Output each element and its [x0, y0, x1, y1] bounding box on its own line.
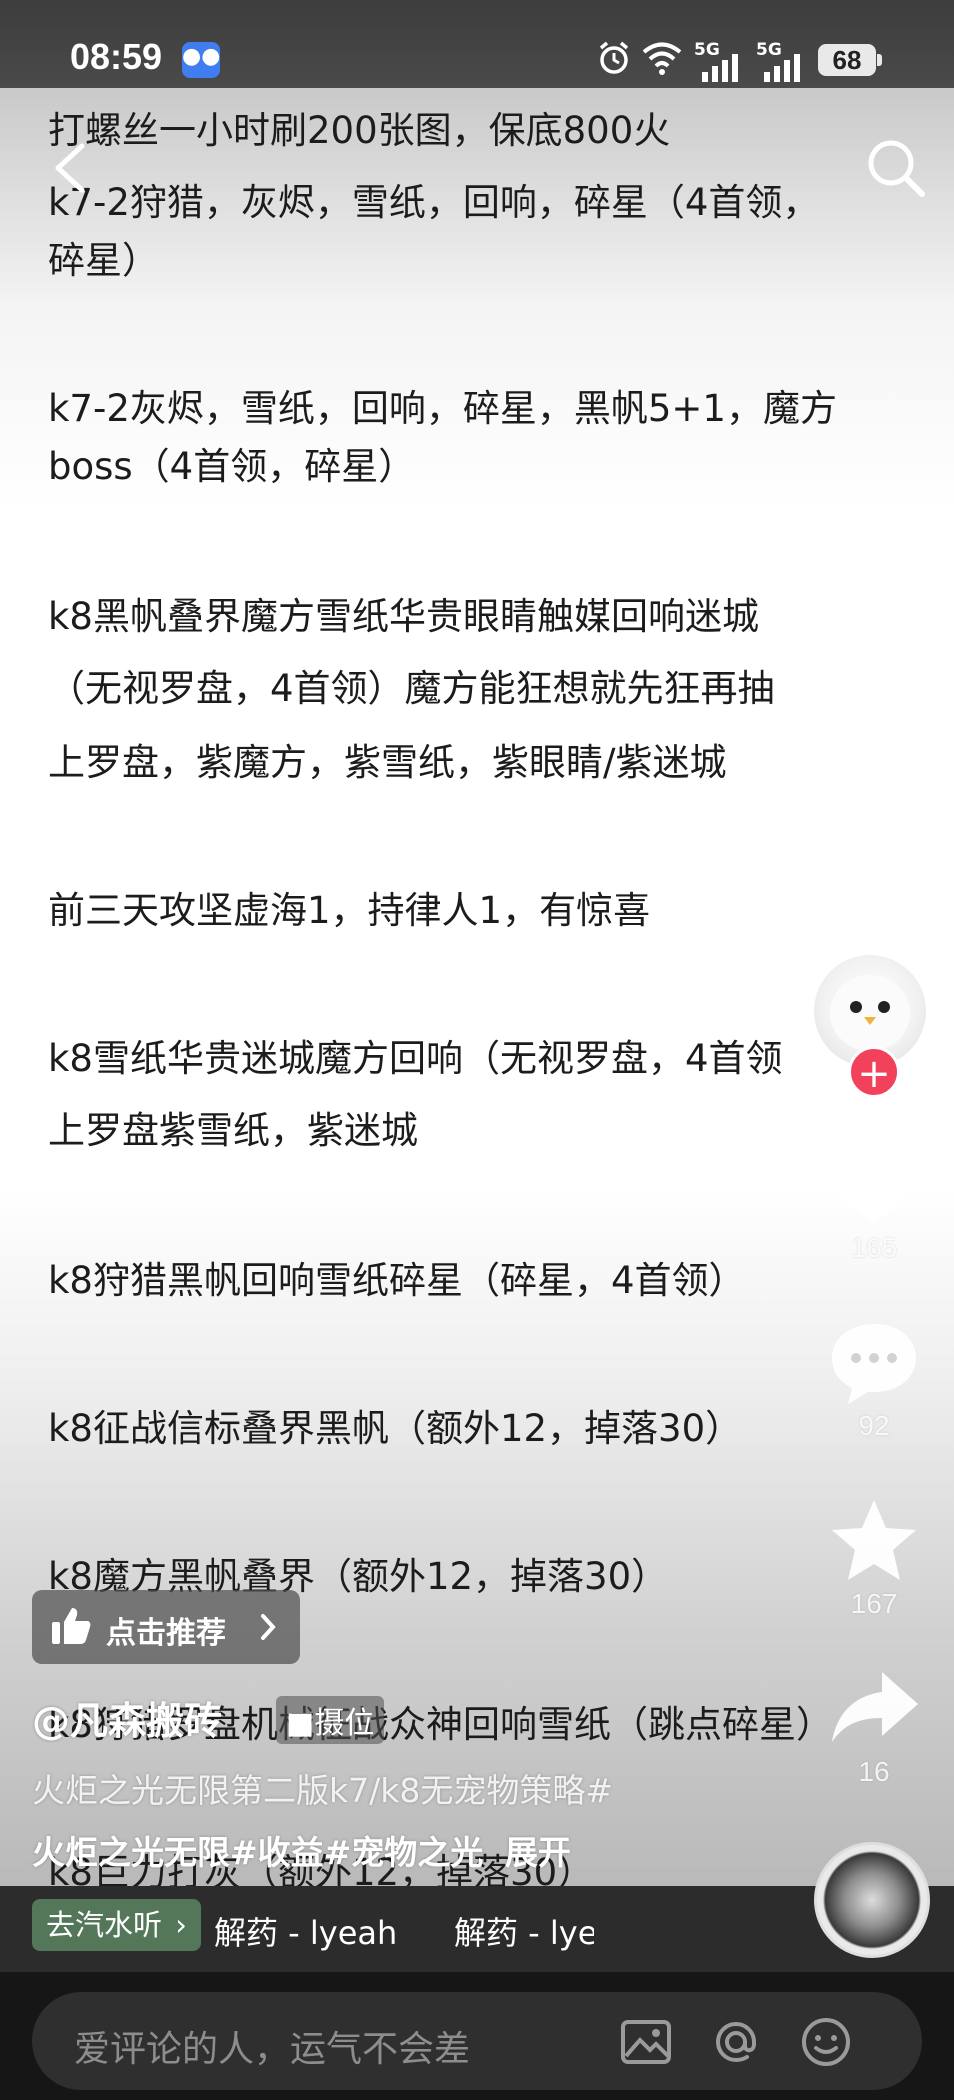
post-line: k8黑帆叠界魔方雪纸华贵眼睛触媒回响迷城 [48, 595, 759, 638]
wifi-icon [642, 42, 682, 75]
favorite-button[interactable]: 167 [826, 1496, 922, 1626]
comment-placeholder: 爱评论的人，运气不会差 [74, 2029, 471, 2070]
battery-icon: 68 [818, 44, 876, 76]
like-button[interactable]: 165 [826, 1142, 922, 1263]
author-name[interactable]: @凡森搬砖 [32, 1690, 222, 1745]
recommend-label: 点击推荐 [106, 1616, 226, 1651]
like-count: 165 [850, 1232, 898, 1263]
follow-button[interactable]: + [848, 1046, 900, 1098]
recommend-button[interactable]: 点击推荐 [32, 1590, 300, 1664]
post-line: 前三天攻坚虚海1，持律人1，有惊喜 [48, 889, 651, 932]
post-line: k8狩猎黑帆回响雪纸碎星（碎星，4首领） [48, 1259, 746, 1302]
share-count: 16 [858, 1756, 890, 1787]
share-arrow-icon [832, 1672, 918, 1742]
author-tag: ■摄位 [276, 1696, 385, 1744]
post-line: k7-2灰烬，雪纸，回响，碎星，黑帆5+1，魔方 [48, 387, 837, 430]
post-line: 上罗盘紫雪纸，紫迷城 [48, 1109, 418, 1152]
post-line: 碎星） [48, 239, 159, 282]
caption-line-2[interactable]: 火炬之光无限#收益#宠物之光 展开 [32, 1826, 571, 1874]
caption-hashtags[interactable]: 火炬之光无限#收益#宠物之光 [32, 1833, 483, 1872]
comment-input[interactable]: 爱评论的人，运气不会差 [32, 1992, 922, 2090]
signal-icon-2 [764, 54, 800, 82]
caption-line-1[interactable]: 火炬之光无限第二版k7/k8无宠物策略# [32, 1764, 613, 1812]
chevron-right-icon: › [175, 1908, 187, 1942]
music-disc[interactable] [814, 1842, 930, 1958]
thumbs-up-icon [52, 1608, 91, 1644]
share-button[interactable]: 16 [826, 1664, 922, 1794]
star-icon [832, 1500, 916, 1580]
post-line: k8征战信标叠界黑帆（额外12，掉落30） [48, 1407, 743, 1450]
post-line: k8雪纸华贵迷城魔方回响（无视罗盘，4首领 [48, 1037, 783, 1080]
music-bar[interactable]: 去汽水听 › 解药 - lyeah 解药 - lyeah [0, 1886, 954, 1972]
open-music-app-button[interactable]: 去汽水听 › [32, 1899, 201, 1951]
music-title: 解药 - lyeah [214, 1914, 398, 1952]
expand-link[interactable]: 展开 [505, 1833, 571, 1872]
status-bar: 08:59 ●● 5G 5G 68 [0, 0, 954, 88]
post-line: （无视罗盘，4首领）魔方能狂想就先狂再抽 [48, 667, 775, 710]
favorite-count: 167 [850, 1588, 898, 1619]
post-line: boss（4首领，碎星） [48, 445, 416, 488]
post-line: 打螺丝一小时刷200张图，保底800火 [48, 109, 671, 152]
chevron-right-icon [261, 1614, 276, 1640]
battery-tip [877, 54, 882, 66]
music-chip-label: 去汽水听 [46, 1908, 163, 1942]
comment-bar: 爱评论的人，运气不会差 [0, 1972, 954, 2100]
signal-icon [702, 54, 738, 82]
music-title-marquee: 解药 - lyeah [454, 1914, 594, 1952]
comment-count: 92 [858, 1410, 890, 1441]
comment-icon [832, 1324, 916, 1404]
alarm-icon [599, 41, 629, 74]
back-arrow-icon[interactable] [46, 140, 96, 196]
comment-button[interactable]: 92 [826, 1318, 922, 1448]
image-icon[interactable] [618, 2014, 674, 2070]
post-line: 上罗盘，紫魔方，紫雪纸，紫眼睛/紫迷城 [48, 741, 727, 784]
chat-bubble-icon: ●● [182, 42, 220, 78]
post-line: k7-2狩猎，灰烬，雪纸，回响，碎星（4首领， [48, 181, 820, 224]
search-icon[interactable] [864, 136, 928, 200]
status-time: 08:59 [70, 36, 163, 77]
heart-icon [830, 1146, 918, 1224]
emoji-icon[interactable] [798, 2014, 854, 2070]
mention-icon[interactable] [708, 2014, 764, 2070]
